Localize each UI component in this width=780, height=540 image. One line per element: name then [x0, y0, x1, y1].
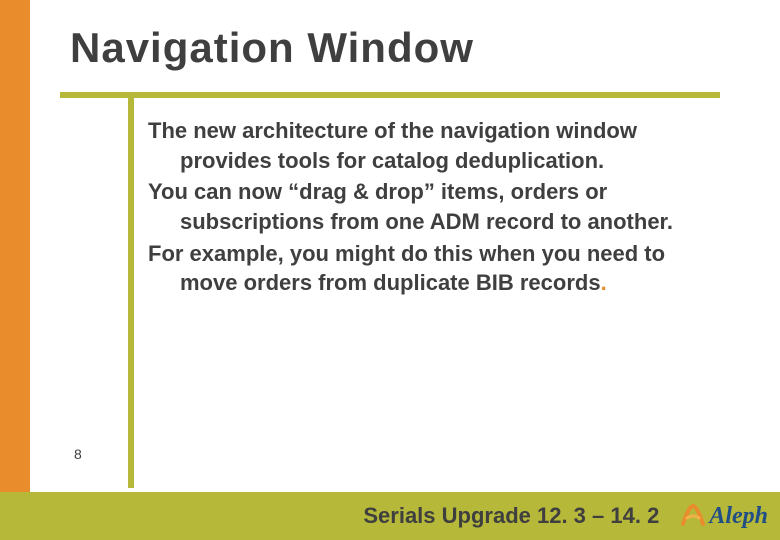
body-text: The new architecture of the navigation w…	[148, 116, 720, 300]
vertical-rule	[128, 92, 134, 488]
left-accent-bar	[0, 0, 30, 540]
paragraph-1: The new architecture of the navigation w…	[148, 116, 720, 175]
slide: Navigation Window The new architecture o…	[0, 0, 780, 540]
aleph-logo-text: Aleph	[709, 503, 768, 530]
paragraph-2: You can now “drag & drop” items, orders …	[148, 177, 720, 236]
slide-title: Navigation Window	[70, 24, 474, 72]
paragraph-3: For example, you might do this when you …	[148, 239, 720, 298]
footer-bar: Serials Upgrade 12. 3 – 14. 2 Aleph	[0, 492, 780, 540]
footer-title: Serials Upgrade 12. 3 – 14. 2	[363, 503, 659, 529]
paragraph-3-dot: .	[601, 270, 607, 295]
horizontal-rule	[60, 92, 720, 98]
aleph-logo: Aleph	[679, 502, 768, 530]
aleph-logo-icon	[679, 502, 707, 530]
page-number: 8	[74, 446, 82, 462]
paragraph-3-text: For example, you might do this when you …	[148, 241, 665, 296]
